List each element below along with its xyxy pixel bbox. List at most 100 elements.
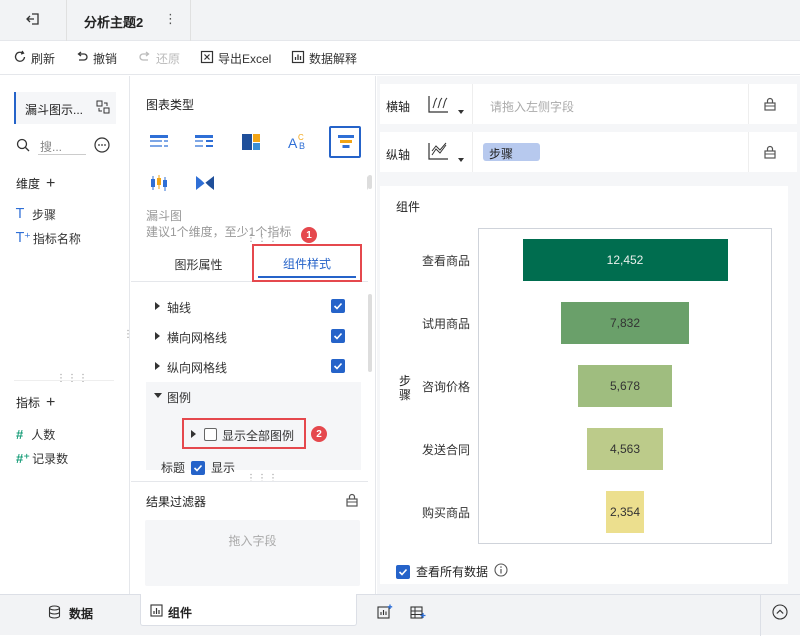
component-selector[interactable]: 漏斗图示... — [14, 92, 116, 124]
show-all-legend-checkbox[interactable] — [204, 428, 217, 441]
show-all-legend-option[interactable]: 显示全部图例 — [182, 418, 306, 449]
panel-scrollbar[interactable] — [368, 76, 376, 594]
number-type-icon: #⁺ — [16, 450, 31, 466]
funnel-icon — [337, 134, 355, 153]
cross-table-icon[interactable] — [194, 134, 214, 153]
dropdown-arrow-icon[interactable] — [458, 158, 464, 162]
search-input[interactable]: 搜... — [40, 138, 62, 155]
dropdown-arrow-icon[interactable] — [458, 110, 464, 114]
redo-button[interactable]: 还原 — [138, 50, 180, 67]
back-icon[interactable] — [26, 12, 40, 29]
svg-text:A: A — [288, 135, 298, 151]
canvas-area: 横轴 请拖入左侧字段 纵轴 步骤 组件 步骤 12,452 查看商品 7,832 试用… — [377, 76, 800, 594]
dimension-label: 步骤 — [31, 208, 56, 222]
collapse-up-icon[interactable] — [772, 604, 788, 623]
treemap-chart-icon[interactable] — [241, 133, 261, 154]
undo-icon — [75, 50, 89, 67]
resize-handle[interactable]: ⋮⋮⋮ — [246, 473, 279, 484]
search-icon — [16, 138, 30, 155]
prop-row-title[interactable]: 标题 显示 — [161, 459, 235, 476]
sankey-chart-icon[interactable] — [195, 175, 215, 194]
bottom-bar: 数据 组件 — [0, 594, 800, 636]
prop-checkbox[interactable] — [331, 359, 345, 373]
collapse-arrow-icon — [154, 393, 162, 398]
title-show-checkbox[interactable] — [191, 460, 206, 475]
view-all-checkbox[interactable] — [396, 564, 410, 579]
add-measure-icon[interactable]: + — [46, 394, 55, 410]
funnel-bar[interactable]: 2,354 — [605, 491, 645, 534]
prop-row-legend[interactable]: 图例 — [146, 385, 361, 407]
dimension-item-step[interactable]: T 步骤 — [16, 206, 56, 223]
toolbar: 刷新 撤销 还原 导出Excel 数据解释 — [0, 41, 800, 75]
page-title: 分析主题2 — [84, 15, 144, 30]
component-tab[interactable]: 组件 — [140, 594, 357, 626]
lock-icon[interactable] — [763, 145, 777, 162]
redo-label: 还原 — [156, 52, 181, 66]
title-label: 标题 — [161, 461, 186, 475]
funnel-value-label: 2,354 — [609, 505, 640, 520]
filter-drop-zone[interactable]: 拖入字段 — [145, 520, 360, 586]
add-dimension-icon[interactable]: + — [46, 175, 55, 191]
data-tab[interactable]: 数据 — [48, 605, 93, 622]
component-tab-label: 组件 — [168, 606, 193, 620]
filter-title: 结果过滤器 — [146, 495, 207, 509]
add-table-icon[interactable] — [410, 604, 426, 623]
data-explain-button[interactable]: 数据解释 — [291, 50, 357, 67]
more-options-icon[interactable] — [94, 137, 110, 156]
add-component-icon[interactable] — [377, 604, 393, 623]
resize-handle[interactable]: ⋮⋮⋮ — [56, 373, 89, 384]
x-axis-drop-input[interactable]: 请拖入左侧字段 — [490, 98, 574, 115]
prop-row-vertical-grid[interactable]: 纵向网格线 — [146, 355, 361, 377]
x-axis-row: 横轴 请拖入左侧字段 — [380, 84, 797, 124]
funnel-category-label: 查看商品 — [421, 253, 470, 268]
refresh-label: 刷新 — [31, 52, 56, 66]
expand-arrow-icon — [155, 332, 160, 340]
prop-checkbox[interactable] — [331, 299, 345, 313]
redo-icon — [138, 50, 152, 67]
tab-component-style[interactable]: 组件样式 — [252, 244, 362, 282]
info-icon[interactable] — [494, 563, 508, 580]
chart-name: 漏斗图 — [146, 209, 183, 223]
more-vertical-icon[interactable]: ⋮ — [164, 11, 177, 27]
undo-button[interactable]: 撤销 — [75, 50, 117, 67]
prop-checkbox[interactable] — [331, 329, 345, 343]
y-axis-type-icon[interactable] — [426, 141, 452, 166]
chart-panel: 组件 步骤 12,452 查看商品 7,832 试用商品 5,678 咨询价格 4,563 发… — [380, 186, 788, 584]
funnel-bar[interactable]: 4,563 — [587, 428, 663, 471]
svg-text:B: B — [299, 141, 305, 151]
funnel-bar[interactable]: 12,452 — [522, 238, 728, 281]
chart-type-title: 图表类型 — [146, 98, 195, 112]
dimension-item-metric-name[interactable]: T⁺ 指标名称 — [16, 230, 81, 247]
data-explain-label: 数据解释 — [309, 52, 358, 66]
x-axis-type-icon[interactable] — [426, 94, 452, 119]
measure-item-count[interactable]: #⁺ 记录数 — [16, 450, 68, 467]
data-explain-icon — [291, 50, 305, 67]
tab-shape-properties[interactable]: 图形属性 — [146, 247, 251, 281]
legend-title: 图例 — [167, 391, 192, 405]
candlestick-chart-icon[interactable] — [149, 174, 169, 195]
y-axis-field-pill[interactable]: 步骤 — [483, 143, 540, 161]
lock-icon[interactable] — [345, 493, 359, 510]
database-icon — [48, 605, 61, 622]
funnel-bar[interactable]: 5,678 — [578, 365, 672, 407]
resize-handle[interactable]: ⋮⋮⋮ — [246, 233, 279, 244]
component-switch-icon[interactable] — [96, 100, 110, 117]
field-search[interactable]: 搜... — [16, 136, 86, 156]
word-cloud-icon[interactable]: ACB — [287, 131, 309, 154]
measure-title: 指标 — [16, 396, 41, 410]
funnel-chart-option[interactable] — [329, 126, 361, 158]
table-chart-icon[interactable] — [149, 134, 169, 153]
funnel-bar[interactable]: 7,832 — [560, 301, 690, 344]
lock-icon[interactable] — [763, 97, 777, 114]
refresh-button[interactable]: 刷新 — [13, 50, 55, 67]
tab-label: 组件样式 — [282, 256, 331, 271]
text-type-icon: T⁺ — [16, 231, 31, 246]
export-excel-button[interactable]: 导出Excel — [200, 50, 271, 67]
left-panel: 漏斗图示... 搜... 维度 + T 步骤 T⁺ 指标名称 ⋮⋮⋮ 指标 + … — [0, 76, 130, 594]
view-all-data-option[interactable]: 查看所有数据 — [396, 563, 508, 580]
measure-item-people[interactable]: # 人数 — [16, 426, 55, 443]
y-axis-label: 纵轴 — [386, 148, 411, 162]
prop-row-axis[interactable]: 轴线 — [146, 295, 361, 317]
prop-row-horizontal-grid[interactable]: 横向网格线 — [146, 325, 361, 347]
top-bar: 分析主题2 ⋮ — [0, 0, 800, 41]
